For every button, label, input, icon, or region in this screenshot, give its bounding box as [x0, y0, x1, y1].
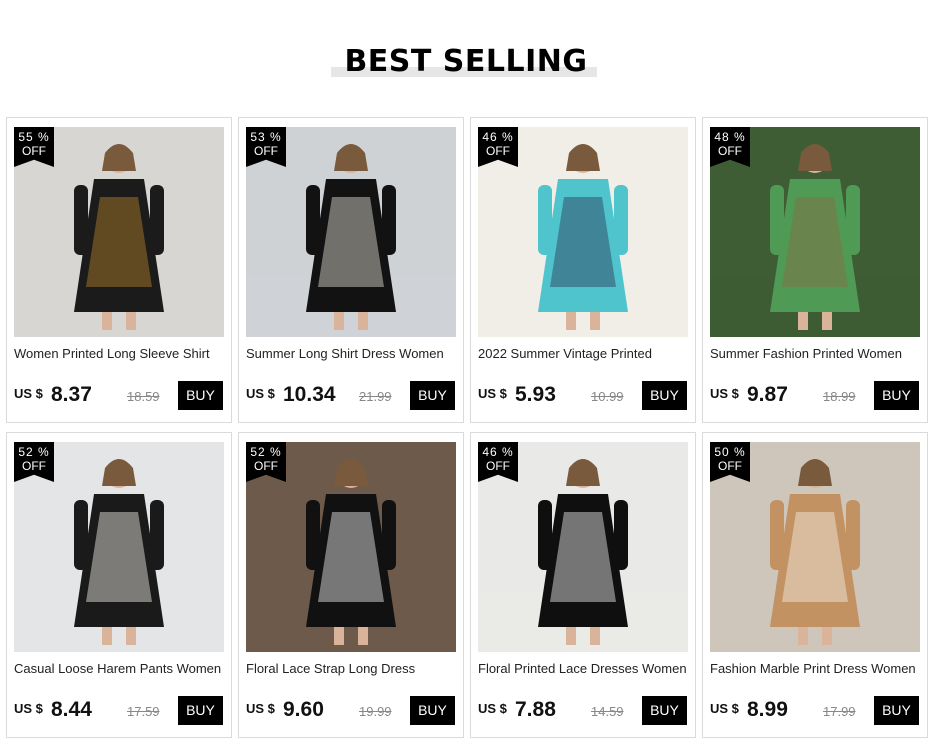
sale-price: 9.60	[283, 698, 324, 721]
discount-percent: 55 %	[18, 130, 50, 144]
buy-button[interactable]: BUY	[178, 696, 223, 725]
original-price: 17.59	[127, 704, 160, 719]
discount-off-label: OFF	[22, 144, 46, 158]
currency-label: US $	[246, 701, 275, 716]
currency-label: US $	[478, 386, 507, 401]
product-name-link[interactable]: 2022 Summer Vintage Printed Women Dress …	[478, 346, 690, 362]
product-card[interactable]: 48 %OFF Summer Fashion Printed Women Dres…	[702, 117, 928, 423]
product-name-link[interactable]: Floral Printed Lace Dresses Women Summer…	[478, 661, 690, 677]
product-card[interactable]: 46 %OFF 2022 Summer Vintage Printed Women…	[470, 117, 696, 423]
product-name-link[interactable]: Summer Long Shirt Dress Women 2023 Vinta…	[246, 346, 458, 362]
currency-label: US $	[246, 386, 275, 401]
buy-button[interactable]: BUY	[642, 696, 687, 725]
discount-off-label: OFF	[254, 459, 278, 473]
buy-button[interactable]: BUY	[410, 381, 455, 410]
buy-button[interactable]: BUY	[874, 381, 919, 410]
product-card[interactable]: 52 %OFF Casual Loose Harem Pants Women Fl…	[6, 432, 232, 738]
section-header: BEST SELLING	[0, 42, 932, 82]
sale-price: 8.44	[51, 698, 92, 721]
discount-off-label: OFF	[486, 459, 510, 473]
currency-label: US $	[710, 701, 739, 716]
price-row: US $ 8.37 18.59 BUY	[14, 381, 226, 411]
product-card[interactable]: 50 % OFF Fashion Marble Print Dress Women …	[702, 432, 928, 738]
price-row: US $ 8.99 17.99 BUY	[710, 696, 922, 726]
price-row: US $ 9.60 19.99 BUY	[246, 696, 458, 726]
original-price: 14.59	[591, 704, 624, 719]
discount-percent: 48 %	[714, 130, 746, 144]
original-price: 18.59	[127, 389, 160, 404]
price-row: US $ 9.87 18.99 BUY	[710, 381, 922, 411]
product-card[interactable]: 52 %OFF Floral Lace Strap Long Dress Wome…	[238, 432, 464, 738]
discount-off-label: OFF	[718, 144, 742, 158]
currency-label: US $	[478, 701, 507, 716]
price-row: US $ 7.88 14.59 BUY	[478, 696, 690, 726]
product-card[interactable]: 55 %OFF Women Printed Long Sleeve Shirt D…	[6, 117, 232, 423]
currency-label: US $	[710, 386, 739, 401]
discount-off-label: OFF	[718, 459, 742, 473]
currency-label: US $	[14, 701, 43, 716]
sale-price: 9.87	[747, 383, 788, 406]
product-name-link[interactable]: Casual Loose Harem Pants Women Floral Hi…	[14, 661, 226, 677]
discount-percent: 46 %	[482, 130, 514, 144]
product-name-link[interactable]: Floral Lace Strap Long Dress Women Summe…	[246, 661, 458, 677]
original-price: 19.99	[359, 704, 392, 719]
buy-button[interactable]: BUY	[874, 696, 919, 725]
sale-price: 10.34	[283, 383, 336, 406]
original-price: 10.99	[591, 389, 624, 404]
discount-off-label: OFF	[486, 144, 510, 158]
discount-percent: 52 %	[18, 445, 50, 459]
product-name-link[interactable]: Fashion Marble Print Dress Women Summer …	[710, 661, 922, 677]
section-title: BEST SELLING	[344, 44, 588, 79]
price-row: US $ 5.93 10.99 BUY	[478, 381, 690, 411]
buy-button[interactable]: BUY	[410, 696, 455, 725]
price-row: US $ 8.44 17.59 BUY	[14, 696, 226, 726]
discount-off-label: OFF	[254, 144, 278, 158]
sale-price: 8.99	[747, 698, 788, 721]
sale-price: 8.37	[51, 383, 92, 406]
product-card[interactable]: 53 %OFF Summer Long Shirt Dress Women 202…	[238, 117, 464, 423]
currency-label: US $	[14, 386, 43, 401]
discount-percent: 46 %	[482, 445, 514, 459]
original-price: 17.99	[823, 704, 856, 719]
product-name-link[interactable]: Women Printed Long Sleeve Shirt Dress Si…	[14, 346, 226, 362]
price-row: US $ 10.34 21.99 BUY	[246, 381, 458, 411]
sale-price: 7.88	[515, 698, 556, 721]
product-card[interactable]: 46 % OFF Floral Printed Lace Dresses Women…	[470, 432, 696, 738]
original-price: 18.99	[823, 389, 856, 404]
discount-percent: 52 %	[250, 445, 282, 459]
discount-off-label: OFF	[22, 459, 46, 473]
discount-percent: 53 %	[250, 130, 282, 144]
sale-price: 5.93	[515, 383, 556, 406]
original-price: 21.99	[359, 389, 392, 404]
buy-button[interactable]: BUY	[642, 381, 687, 410]
buy-button[interactable]: BUY	[178, 381, 223, 410]
product-name-link[interactable]: Summer Fashion Printed Women Dress Loose…	[710, 346, 922, 362]
discount-percent: 50 %	[714, 445, 746, 459]
